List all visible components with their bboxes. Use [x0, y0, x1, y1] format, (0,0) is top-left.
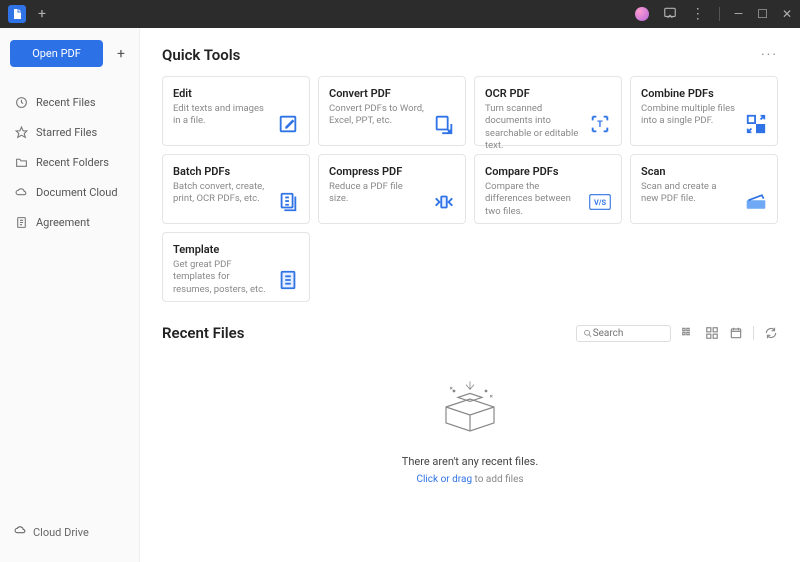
click-or-drag-link[interactable]: Click or drag: [416, 474, 472, 485]
sidebar-item-document-cloud[interactable]: Document Cloud: [0, 177, 139, 207]
svg-text:T: T: [597, 120, 603, 130]
card-title: Convert PDF: [329, 87, 455, 100]
cloud-drive-label: Cloud Drive: [33, 526, 89, 539]
quick-tools-grid: Edit Edit texts and images in a file. Conv…: [162, 76, 778, 302]
cloud-icon: [14, 524, 27, 540]
search-input-wrapper[interactable]: [576, 325, 671, 342]
sidebar-item-recent-folders[interactable]: Recent Folders: [0, 147, 139, 177]
kebab-menu-icon[interactable]: ⋮: [691, 6, 705, 22]
content-area: Quick Tools ··· Edit Edit texts and image…: [140, 28, 800, 562]
clock-icon: [14, 95, 28, 109]
titlebar: + ⋮ — ☐ ✕: [0, 0, 800, 28]
card-desc: Convert PDFs to Word, Excel, PPT, etc.: [329, 103, 424, 128]
sidebar-item-label: Document Cloud: [36, 186, 118, 199]
empty-hint: Click or drag to add files: [162, 474, 778, 485]
open-pdf-button[interactable]: Open PDF: [10, 40, 103, 67]
recent-files-empty: There aren't any recent files. Click or …: [162, 352, 778, 495]
view-list-icon[interactable]: [681, 326, 695, 340]
empty-hint-suffix: to add files: [472, 474, 523, 485]
sidebar-nav: Recent Files Starred Files Recent Folder…: [0, 87, 139, 237]
empty-box-icon: [430, 372, 510, 442]
feedback-icon[interactable]: [663, 6, 677, 23]
avatar[interactable]: [635, 7, 649, 21]
card-title: Scan: [641, 165, 767, 178]
tool-card-compare-pdfs[interactable]: Compare PDFs Compare the differences betw…: [474, 154, 622, 224]
card-desc: Turn scanned documents into searchable o…: [485, 103, 580, 152]
ocr-icon: T: [589, 113, 611, 135]
card-title: OCR PDF: [485, 87, 611, 100]
recent-files-heading: Recent Files: [162, 324, 244, 342]
search-icon: [583, 328, 593, 339]
app-logo: [8, 5, 26, 23]
card-title: Template: [173, 243, 299, 256]
svg-text:V/S: V/S: [594, 198, 607, 207]
file-icon: [14, 215, 28, 229]
card-title: Combine PDFs: [641, 87, 767, 100]
sidebar-cloud-drive[interactable]: Cloud Drive: [0, 514, 139, 550]
add-button[interactable]: +: [113, 46, 129, 62]
sidebar-item-label: Recent Folders: [36, 156, 109, 169]
cloud-icon: [14, 185, 28, 199]
template-icon: [277, 269, 299, 291]
compress-icon: [433, 191, 455, 213]
divider: [753, 326, 754, 340]
card-desc: Scan and create a new PDF file.: [641, 181, 736, 206]
tool-card-edit[interactable]: Edit Edit texts and images in a file.: [162, 76, 310, 146]
window-minimize-button[interactable]: —: [734, 7, 743, 21]
calendar-icon[interactable]: [729, 326, 743, 340]
card-desc: Edit texts and images in a file.: [173, 103, 268, 128]
star-icon: [14, 125, 28, 139]
tool-card-ocr-pdf[interactable]: OCR PDFTurn scanned documents into searc…: [474, 76, 622, 146]
tool-card-compress-pdf[interactable]: Compress PDF Reduce a PDF file size.: [318, 154, 466, 224]
sidebar-item-agreement[interactable]: Agreement: [0, 207, 139, 237]
tool-card-scan[interactable]: Scan Scan and create a new PDF file.: [630, 154, 778, 224]
card-desc: Get great PDF templates for resumes, pos…: [173, 259, 268, 296]
edit-icon: [277, 113, 299, 135]
convert-icon: [433, 113, 455, 135]
quick-tools-heading: Quick Tools: [162, 46, 240, 64]
card-title: Edit: [173, 87, 299, 100]
quick-tools-more-button[interactable]: ···: [761, 47, 778, 63]
sidebar-item-label: Recent Files: [36, 96, 96, 109]
card-desc: Compare the differences between two file…: [485, 181, 580, 218]
combine-icon: [745, 113, 767, 135]
window-close-button[interactable]: ✕: [782, 7, 792, 21]
batch-icon: [277, 191, 299, 213]
tool-card-convert-pdf[interactable]: Convert PDF Convert PDFs to Word, Excel, …: [318, 76, 466, 146]
sidebar: Open PDF + Recent Files Starred Files Re…: [0, 28, 140, 562]
card-desc: Batch convert, create, print, OCR PDFs, …: [173, 181, 268, 206]
sidebar-item-starred-files[interactable]: Starred Files: [0, 117, 139, 147]
tool-card-template[interactable]: Template Get great PDF templates for resu…: [162, 232, 310, 302]
empty-message: There aren't any recent files.: [162, 455, 778, 468]
sidebar-item-label: Agreement: [36, 216, 90, 229]
scan-icon: [745, 191, 767, 213]
card-desc: Combine multiple files into a single PDF…: [641, 103, 736, 128]
card-title: Compress PDF: [329, 165, 455, 178]
search-input[interactable]: [593, 328, 664, 339]
sidebar-item-label: Starred Files: [36, 126, 97, 139]
folder-icon: [14, 155, 28, 169]
sidebar-item-recent-files[interactable]: Recent Files: [0, 87, 139, 117]
card-desc: Reduce a PDF file size.: [329, 181, 424, 206]
tool-card-batch-pdfs[interactable]: Batch PDFs Batch convert, create, print, …: [162, 154, 310, 224]
card-title: Batch PDFs: [173, 165, 299, 178]
view-grid-icon[interactable]: [705, 326, 719, 340]
compare-icon: V/S: [589, 191, 611, 213]
refresh-icon[interactable]: [764, 326, 778, 340]
new-tab-button[interactable]: +: [38, 6, 46, 22]
tool-card-combine-pdfs[interactable]: Combine PDFs Combine multiple files into …: [630, 76, 778, 146]
card-title: Compare PDFs: [485, 165, 611, 178]
window-maximize-button[interactable]: ☐: [757, 7, 768, 21]
